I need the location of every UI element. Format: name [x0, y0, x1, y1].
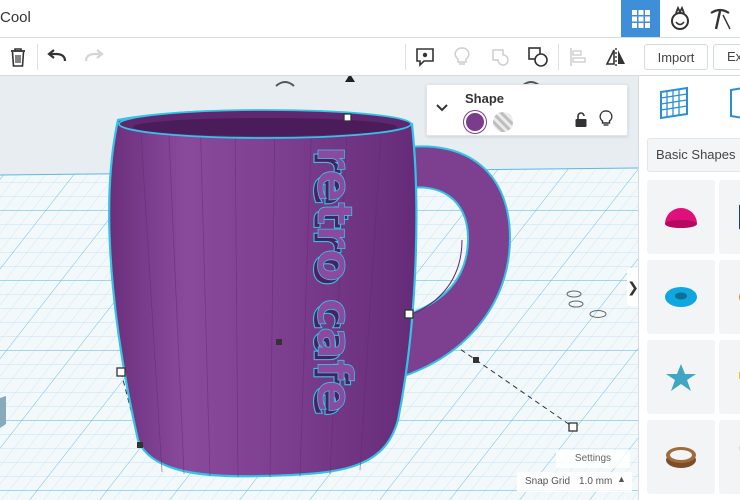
shape-inspector: Shape — [426, 84, 628, 136]
notes-button[interactable] — [409, 41, 441, 73]
title-bar: Cool — [0, 0, 740, 38]
simulate-icon — [670, 5, 689, 30]
light-bulb-icon[interactable] — [599, 110, 613, 128]
paraboloid-icon — [739, 445, 740, 453]
3d-viewport[interactable]: retro cafe retro cafe — [0, 76, 638, 500]
group-button[interactable] — [484, 41, 516, 73]
resize-handle[interactable] — [343, 113, 352, 122]
grid-edge-marker — [0, 396, 6, 428]
tube-icon — [666, 447, 696, 468]
simulate-button[interactable] — [660, 0, 699, 37]
minecraft-button[interactable] — [700, 0, 739, 37]
cone-tile[interactable] — [719, 260, 740, 334]
caret-up-icon[interactable]: ▲ — [617, 474, 626, 484]
shape-library-select[interactable]: Basic Shapes — [647, 138, 740, 172]
workplane-scene[interactable]: retro cafe retro cafe — [0, 76, 638, 500]
light-bulb-icon — [454, 47, 470, 65]
toolbar-divider — [558, 44, 559, 70]
text-tile[interactable] — [719, 340, 740, 414]
redo-icon — [84, 49, 104, 62]
ungroup-icon — [528, 47, 548, 67]
mirror-button[interactable] — [600, 41, 632, 73]
star-icon — [666, 364, 696, 391]
resize-handle[interactable] — [116, 367, 126, 377]
minecraft-pickaxe-icon — [709, 8, 731, 29]
grid-view-icon — [631, 9, 650, 28]
mug-text-group: retro cafe retro cafe — [301, 146, 362, 418]
star-tile[interactable] — [647, 340, 715, 414]
undo-icon — [47, 49, 67, 62]
midpoint-handle[interactable] — [137, 442, 143, 448]
box-icon — [739, 204, 740, 230]
delete-icon — [11, 48, 25, 67]
paraboloid-tile[interactable] — [719, 420, 740, 494]
toolbar-divider — [37, 44, 38, 70]
delete-button[interactable] — [2, 41, 34, 73]
inspector-title: Shape — [465, 91, 505, 106]
mug-body — [108, 109, 418, 478]
document-title[interactable]: Cool — [0, 9, 31, 26]
chevron-down-icon[interactable] — [435, 103, 449, 113]
workplane-icon[interactable] — [657, 86, 691, 120]
snap-grid-value[interactable]: 1.0 mm — [579, 476, 612, 487]
unlock-icon[interactable] — [574, 112, 588, 128]
midpoint-handle[interactable] — [276, 339, 282, 345]
snap-grid-control[interactable]: Snap Grid 1.0 mm ▲ — [517, 472, 632, 492]
notes-icon — [416, 48, 434, 67]
tinkercad-editor: Cool Import E retro cafe retro cafe Shap… — [0, 0, 740, 500]
hole-swatch[interactable] — [493, 112, 513, 132]
group-icon — [492, 49, 509, 66]
show-all-button[interactable] — [446, 41, 478, 73]
mirror-icon — [605, 48, 625, 66]
grid-view-button[interactable] — [621, 0, 660, 37]
tube-tile[interactable] — [647, 420, 715, 494]
toolbar: Import Export — [0, 38, 740, 76]
half-sphere-icon — [665, 208, 697, 228]
snap-grid-label: Snap Grid — [525, 476, 571, 487]
torus-tile[interactable] — [647, 260, 715, 334]
import-button[interactable]: Import — [644, 44, 708, 70]
midpoint-handle[interactable] — [473, 357, 479, 363]
align-button[interactable] — [562, 41, 594, 73]
half-sphere-tile[interactable] — [647, 180, 715, 254]
export-button[interactable]: Export — [713, 44, 740, 70]
undo-button[interactable] — [41, 41, 73, 73]
cone-icon — [739, 293, 740, 301]
torus-icon — [665, 287, 697, 307]
mug-text: retro cafe — [306, 146, 362, 413]
align-icon — [570, 48, 586, 66]
solid-color-swatch[interactable] — [464, 111, 486, 133]
ungroup-button[interactable] — [522, 41, 554, 73]
resize-handle[interactable] — [404, 309, 414, 319]
shapes-panel: Basic Shapes — [638, 76, 740, 500]
text-shape-icon — [739, 371, 740, 379]
settings-button[interactable]: Settings — [556, 450, 630, 468]
ruler-icon[interactable] — [729, 86, 740, 120]
box-tile[interactable] — [719, 180, 740, 254]
redo-button[interactable] — [78, 41, 110, 73]
toolbar-divider — [405, 44, 406, 70]
resize-handle[interactable] — [568, 422, 578, 432]
